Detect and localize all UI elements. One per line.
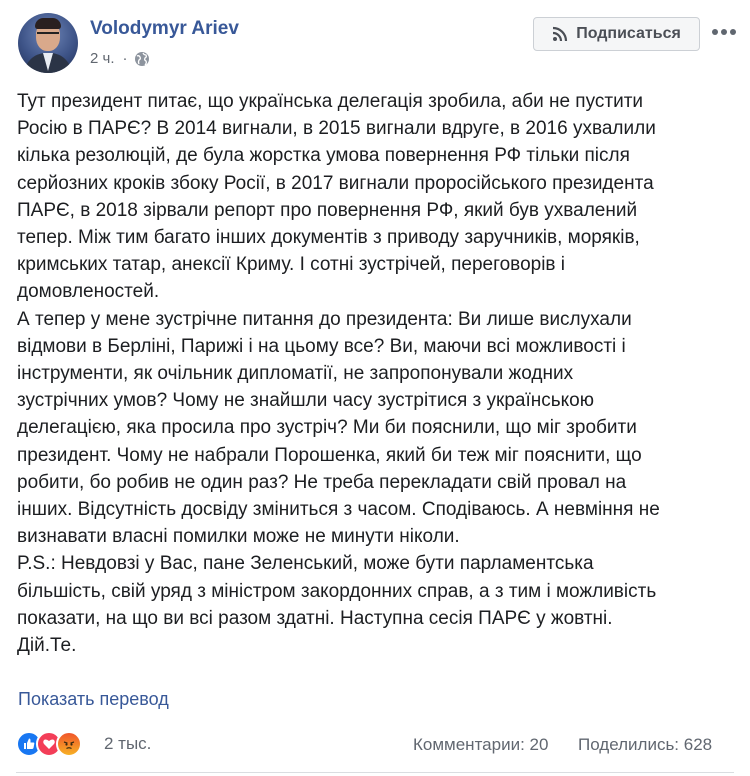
post-text: Тут президент питає, що українська делег…	[17, 91, 660, 657]
angry-icon	[56, 731, 82, 757]
more-options-button[interactable]	[709, 20, 739, 44]
reaction-icons[interactable]	[16, 731, 82, 757]
subscribe-button[interactable]: Подписаться	[533, 17, 700, 51]
footer-divider	[16, 772, 734, 773]
author-name[interactable]: Volodymyr Ariev	[90, 18, 239, 40]
subscribe-label: Подписаться	[576, 25, 681, 42]
avatar[interactable]	[18, 13, 78, 73]
post-meta: 2 ч. ·	[90, 50, 150, 67]
shares-count[interactable]: Поделились: 628	[578, 735, 712, 755]
comments-count[interactable]: Комментарии: 20	[413, 735, 548, 755]
rss-icon	[553, 26, 568, 42]
meta-separator: ·	[122, 50, 128, 67]
translate-link[interactable]: Показать перевод	[18, 689, 169, 710]
globe-icon[interactable]	[134, 51, 150, 67]
post-header: Volodymyr Ariev 2 ч. · Подписаться	[0, 0, 750, 90]
more-icon	[712, 29, 736, 35]
post-time[interactable]: 2 ч.	[90, 50, 115, 67]
reaction-count[interactable]: 2 тыс.	[104, 734, 151, 754]
post-footer: 2 тыс. Комментарии: 20 Поделились: 628	[0, 728, 750, 768]
